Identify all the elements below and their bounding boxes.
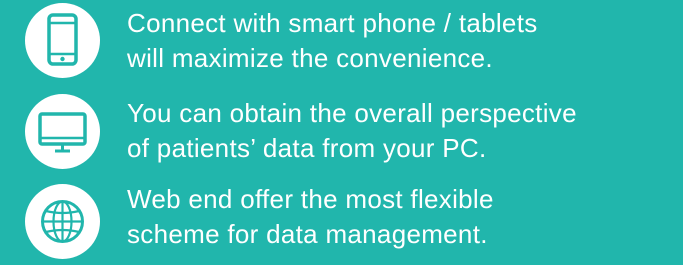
mobile-icon-badge bbox=[25, 3, 100, 78]
feature-web-text: Web end offer the most flexible scheme f… bbox=[127, 182, 494, 252]
feature-web-line1: Web end offer the most flexible bbox=[127, 184, 494, 214]
feature-panel: Connect with smart phone / tablets will … bbox=[0, 0, 683, 265]
web-icon-badge bbox=[25, 184, 100, 259]
feature-mobile-line2: will maximize the convenience. bbox=[127, 43, 493, 73]
monitor-icon bbox=[38, 112, 87, 153]
feature-mobile-text: Connect with smart phone / tablets will … bbox=[127, 6, 538, 76]
feature-web-line2: scheme for data management. bbox=[127, 219, 488, 249]
globe-icon bbox=[41, 200, 84, 243]
feature-desktop-line1: You can obtain the overall perspective bbox=[127, 98, 577, 128]
desktop-icon-badge bbox=[25, 94, 100, 169]
feature-desktop-text: You can obtain the overall perspective o… bbox=[127, 96, 577, 166]
feature-mobile-line1: Connect with smart phone / tablets bbox=[127, 8, 538, 38]
feature-desktop-line2: of patients’ data from your PC. bbox=[127, 133, 487, 163]
smartphone-icon bbox=[47, 13, 78, 66]
